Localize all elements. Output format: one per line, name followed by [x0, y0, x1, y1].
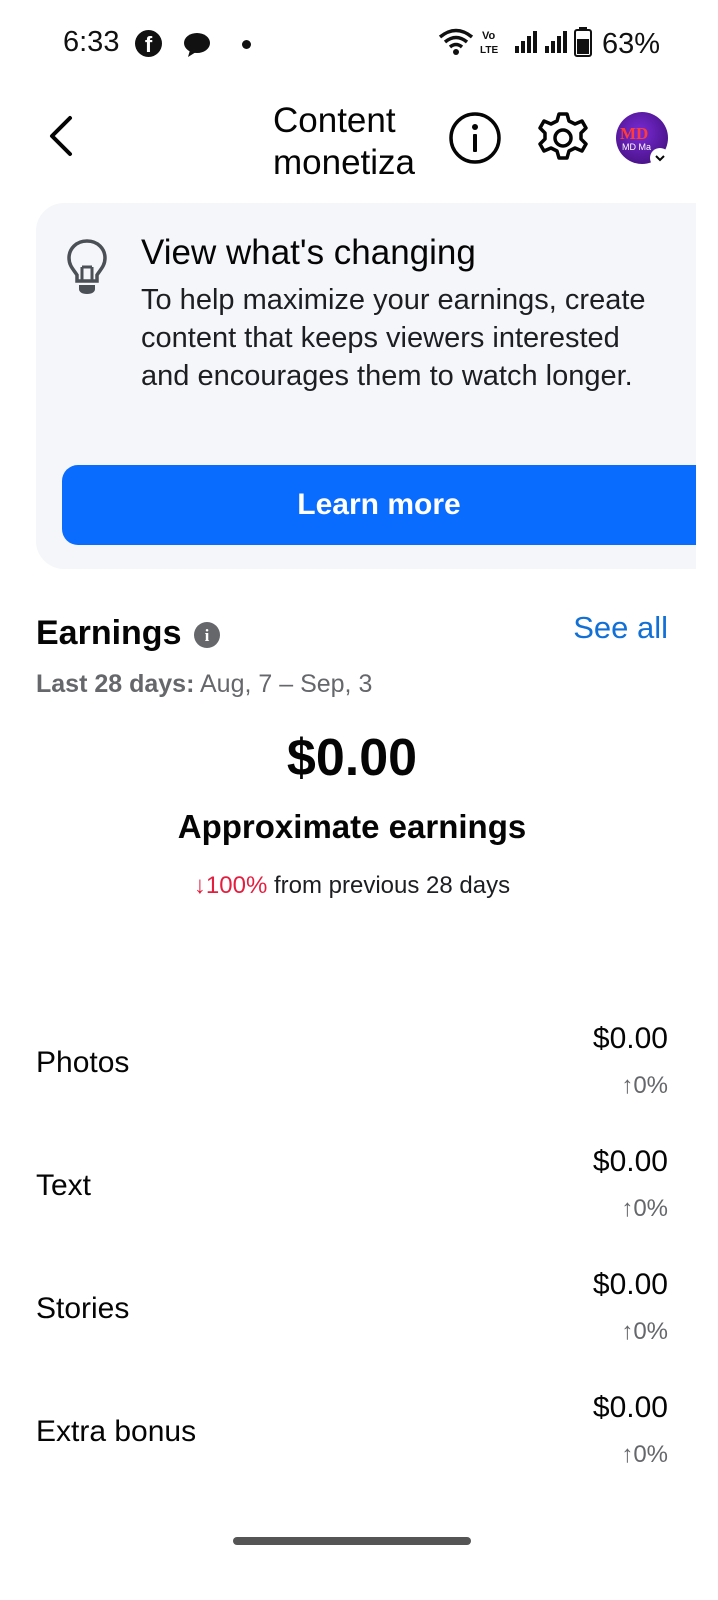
info-icon	[449, 112, 501, 164]
signal-icon	[514, 30, 538, 59]
breakdown-row-text[interactable]: Text $0.00 ↑0%	[36, 1141, 668, 1241]
breakdown-value: $0.00	[592, 1391, 668, 1424]
back-arrow-icon	[50, 116, 72, 156]
volte-icon: Vo LTE	[480, 27, 508, 62]
earnings-change-suffix: from previous 28 days	[273, 872, 511, 899]
breakdown-label: Extra bonus	[36, 1415, 197, 1448]
breakdown-value: $0.00	[592, 1145, 668, 1178]
svg-text:Vo: Vo	[482, 30, 496, 42]
svg-text:LTE: LTE	[480, 45, 498, 56]
gear-icon	[538, 112, 588, 160]
breakdown-change: ↑0%	[621, 1195, 668, 1222]
signal-icon	[544, 30, 568, 59]
notification-dot-icon	[242, 40, 251, 49]
home-indicator[interactable]	[233, 1537, 471, 1545]
info-button[interactable]	[447, 110, 503, 166]
page-title: Content monetiza	[273, 101, 416, 182]
breakdown-label: Stories	[36, 1292, 130, 1325]
breakdown-change: ↑0%	[621, 1441, 668, 1468]
battery-icon	[573, 26, 592, 62]
battery-percent: 63%	[601, 27, 660, 60]
breakdown-row-photos[interactable]: Photos $0.00 ↑0%	[36, 1018, 668, 1118]
facebook-icon: f	[135, 30, 162, 57]
earnings-info-icon[interactable]: i	[194, 622, 220, 648]
see-all-link[interactable]: See all	[573, 610, 668, 646]
learn-more-button[interactable]: Learn more	[62, 465, 696, 545]
earnings-period: Last 28 days: Aug, 7 – Sep, 3	[36, 670, 372, 699]
earnings-heading: Earnings	[36, 614, 182, 652]
avatar-logo-text: MD	[620, 124, 649, 143]
total-earnings: $0.00	[286, 729, 418, 787]
period-range: Aug, 7 – Sep, 3	[200, 670, 373, 698]
app-header: Content monetiza MD MD Ma	[0, 90, 718, 200]
total-earnings-label: Approximate earnings	[177, 808, 527, 845]
wifi-icon	[438, 27, 474, 62]
breakdown-value: $0.00	[592, 1022, 668, 1055]
status-time: 6:33	[63, 26, 120, 58]
breakdown-value: $0.00	[592, 1268, 668, 1301]
messenger-icon	[182, 31, 212, 64]
breakdown-change: ↑0%	[621, 1072, 668, 1099]
whats-changing-banner: View what's changing To help maximize yo…	[36, 203, 696, 569]
status-icons: Vo LTE 63%	[438, 24, 660, 64]
account-switcher-chevron[interactable]	[650, 148, 670, 168]
breakdown-label: Photos	[36, 1046, 130, 1079]
breakdown-label: Text	[36, 1169, 92, 1202]
breakdown-row-stories[interactable]: Stories $0.00 ↑0%	[36, 1264, 668, 1364]
status-bar: 6:33 f Vo LTE 63%	[0, 0, 718, 90]
back-button[interactable]	[40, 110, 84, 162]
breakdown-row-extra-bonus[interactable]: Extra bonus $0.00 ↑0%	[36, 1387, 668, 1487]
period-label: Last 28 days:	[36, 670, 195, 698]
banner-title: View what's changing	[141, 233, 476, 272]
chevron-down-icon	[655, 155, 665, 162]
settings-button[interactable]	[535, 110, 591, 166]
avatar-logo-subtext: MD Ma	[622, 142, 651, 152]
breakdown-change: ↑0%	[621, 1318, 668, 1345]
banner-body: To help maximize your earnings, create c…	[141, 284, 646, 392]
earnings-change: ↓100% from previous 28 days	[0, 872, 704, 900]
earnings-change-value: ↓100%	[193, 872, 268, 899]
lightbulb-icon	[64, 237, 110, 295]
